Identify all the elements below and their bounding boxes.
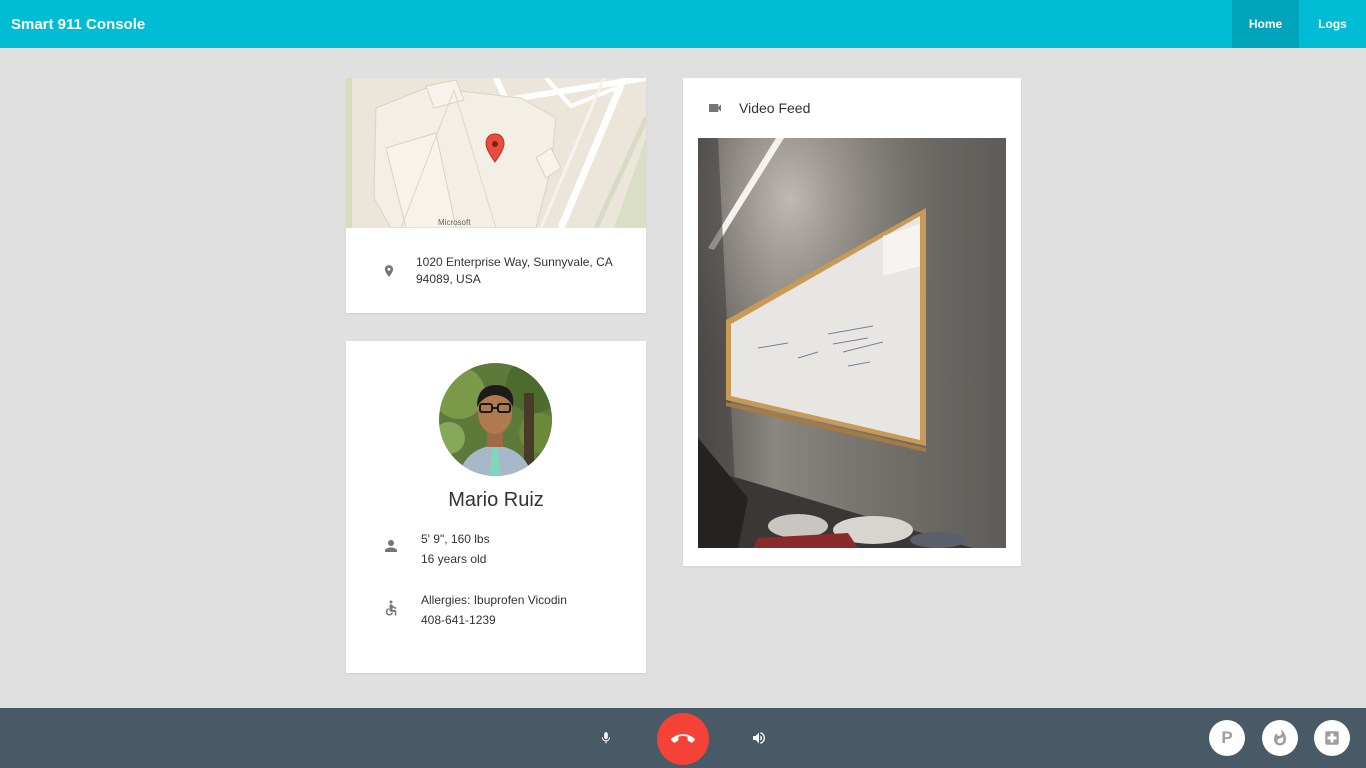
speaker-button[interactable] — [749, 728, 769, 748]
map-attribution: Microsoft — [438, 218, 471, 227]
caller-height-weight: 5' 9", 160 lbs — [421, 532, 490, 546]
dispatch-fire-button[interactable] — [1262, 720, 1298, 756]
app-bar: Smart 911 Console Home Logs — [0, 0, 1366, 48]
app-title: Smart 911 Console — [11, 15, 146, 33]
video-feed-card: Video Feed — [683, 78, 1021, 566]
dispatch-medical-button[interactable] — [1314, 720, 1350, 756]
fire-icon — [1271, 729, 1289, 747]
caller-name: Mario Ruiz — [448, 489, 544, 511]
caller-allergies: Allergies: Ibuprofen Vicodin — [421, 593, 567, 607]
hang-up-button[interactable] — [657, 713, 709, 765]
medical-cross-icon — [1323, 729, 1341, 747]
caller-physical-info: 5' 9", 160 lbs 16 years old — [346, 529, 646, 569]
caller-medical-info: Allergies: Ibuprofen Vicodin 408-641-123… — [346, 590, 646, 630]
address-row: 1020 Enterprise Way, Sunnyvale, CA 94089… — [346, 228, 646, 313]
person-icon — [379, 529, 403, 569]
caller-phone: 408-641-1239 — [421, 613, 496, 627]
volume-icon — [751, 730, 767, 746]
phone-hangup-icon — [671, 727, 695, 751]
video-feed-title: Video Feed — [739, 100, 811, 116]
caller-avatar — [439, 363, 552, 476]
nav-logs[interactable]: Logs — [1299, 0, 1366, 48]
map-graphic: Microsoft — [346, 78, 646, 228]
location-map[interactable]: Microsoft — [346, 78, 646, 228]
caller-age: 16 years old — [421, 552, 487, 566]
video-camera-icon — [707, 100, 723, 116]
location-card: Microsoft 1020 Enterprise Way, Sunnyvale… — [346, 78, 646, 313]
call-control-bar: P — [0, 708, 1366, 768]
address-text: 1020 Enterprise Way, Sunnyvale, CA 94089… — [416, 254, 613, 286]
caller-profile-card: Mario Ruiz 5' 9", 160 lbs 16 years old A… — [346, 341, 646, 673]
microphone-icon — [599, 730, 613, 746]
mute-button[interactable] — [596, 728, 616, 748]
video-feed-stream[interactable] — [698, 138, 1006, 548]
dispatch-police-button[interactable]: P — [1209, 720, 1245, 756]
accessibility-icon — [379, 590, 403, 630]
nav-home[interactable]: Home — [1232, 0, 1299, 48]
location-pin-icon — [377, 262, 401, 280]
nav-tabs: Home Logs — [1232, 0, 1366, 48]
video-feed-header: Video Feed — [683, 78, 1021, 138]
